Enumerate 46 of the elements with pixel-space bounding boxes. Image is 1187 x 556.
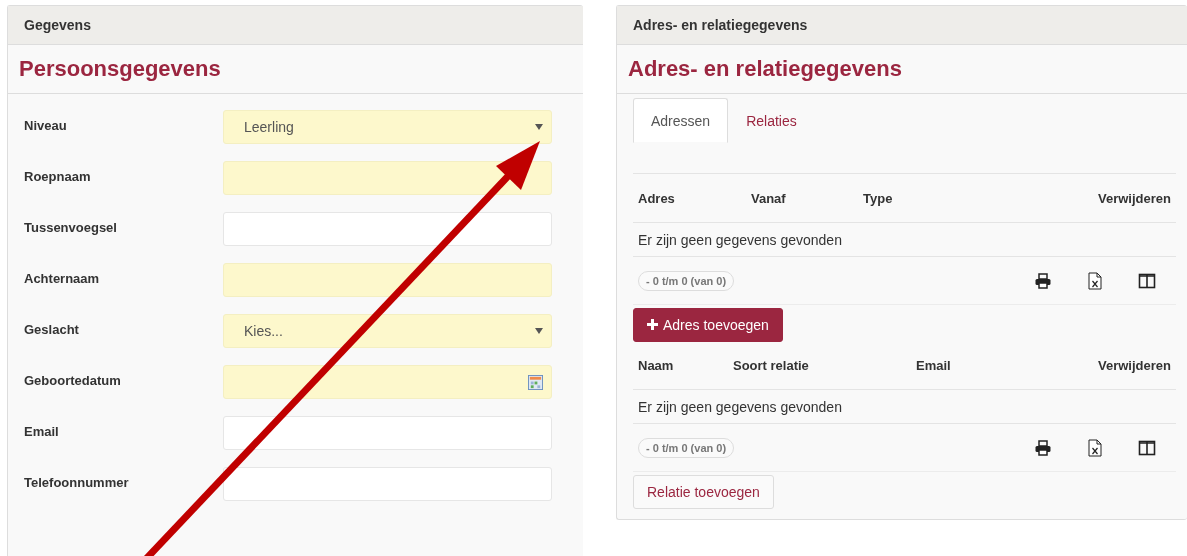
columns-icon[interactable] bbox=[1138, 271, 1156, 290]
input-field[interactable] bbox=[223, 416, 552, 450]
field-label: Tussenvoegsel bbox=[24, 219, 117, 235]
panel-header: Gegevens bbox=[24, 17, 91, 33]
add-button[interactable]: Relatie toevoegen bbox=[633, 474, 774, 509]
section-title: Adres- en relatiegegevens bbox=[628, 56, 902, 82]
field-label: Telefoonnummer bbox=[24, 474, 129, 490]
tab[interactable]: Relaties bbox=[728, 98, 815, 143]
tab[interactable]: Adressen bbox=[633, 98, 729, 143]
add-button[interactable]: Adres toevoegen bbox=[633, 307, 783, 342]
caret-icon bbox=[535, 328, 543, 334]
column-header: Vanaf bbox=[751, 190, 787, 206]
column-header: Verwijderen bbox=[1098, 190, 1171, 206]
column-header: Verwijderen bbox=[1098, 357, 1171, 373]
print-icon[interactable] bbox=[1034, 271, 1052, 290]
input-field[interactable] bbox=[223, 467, 552, 501]
columns-icon[interactable] bbox=[1138, 438, 1156, 457]
field-label: Email bbox=[24, 423, 59, 439]
input-field[interactable] bbox=[223, 263, 552, 297]
caret-icon bbox=[535, 124, 543, 130]
field-label: Geboortedatum bbox=[24, 372, 121, 388]
field-label: Achternaam bbox=[24, 270, 100, 286]
input-field[interactable] bbox=[223, 212, 552, 246]
pager-label: - 0 t/m 0 (van 0) bbox=[638, 437, 735, 458]
field-label: Roepnaam bbox=[24, 168, 91, 184]
pager-label: - 0 t/m 0 (van 0) bbox=[638, 270, 735, 291]
spreadsheet-file-icon[interactable] bbox=[1086, 438, 1104, 457]
date-field[interactable] bbox=[223, 365, 552, 399]
field-label: Geslacht bbox=[24, 321, 79, 337]
input-field[interactable] bbox=[223, 161, 552, 195]
empty-message: Er zijn geen gegevens gevonden bbox=[638, 231, 842, 248]
empty-message: Er zijn geen gegevens gevonden bbox=[638, 398, 842, 415]
column-header: Soort relatie bbox=[733, 357, 810, 373]
spreadsheet-file-icon[interactable] bbox=[1086, 271, 1104, 290]
column-header: Type bbox=[863, 190, 894, 206]
plus-icon bbox=[647, 319, 658, 330]
select-field[interactable]: Kies... bbox=[223, 314, 552, 348]
select-field[interactable]: Leerling bbox=[223, 110, 552, 144]
panel-header: Adres- en relatiegegevens bbox=[633, 17, 808, 33]
column-header: Adres bbox=[638, 190, 676, 206]
field-label: Niveau bbox=[24, 117, 67, 133]
print-icon[interactable] bbox=[1034, 438, 1052, 457]
calendar-icon[interactable] bbox=[528, 374, 543, 390]
section-title: Persoonsgegevens bbox=[19, 56, 221, 82]
column-header: Naam bbox=[638, 357, 675, 373]
column-header: Email bbox=[916, 357, 952, 373]
